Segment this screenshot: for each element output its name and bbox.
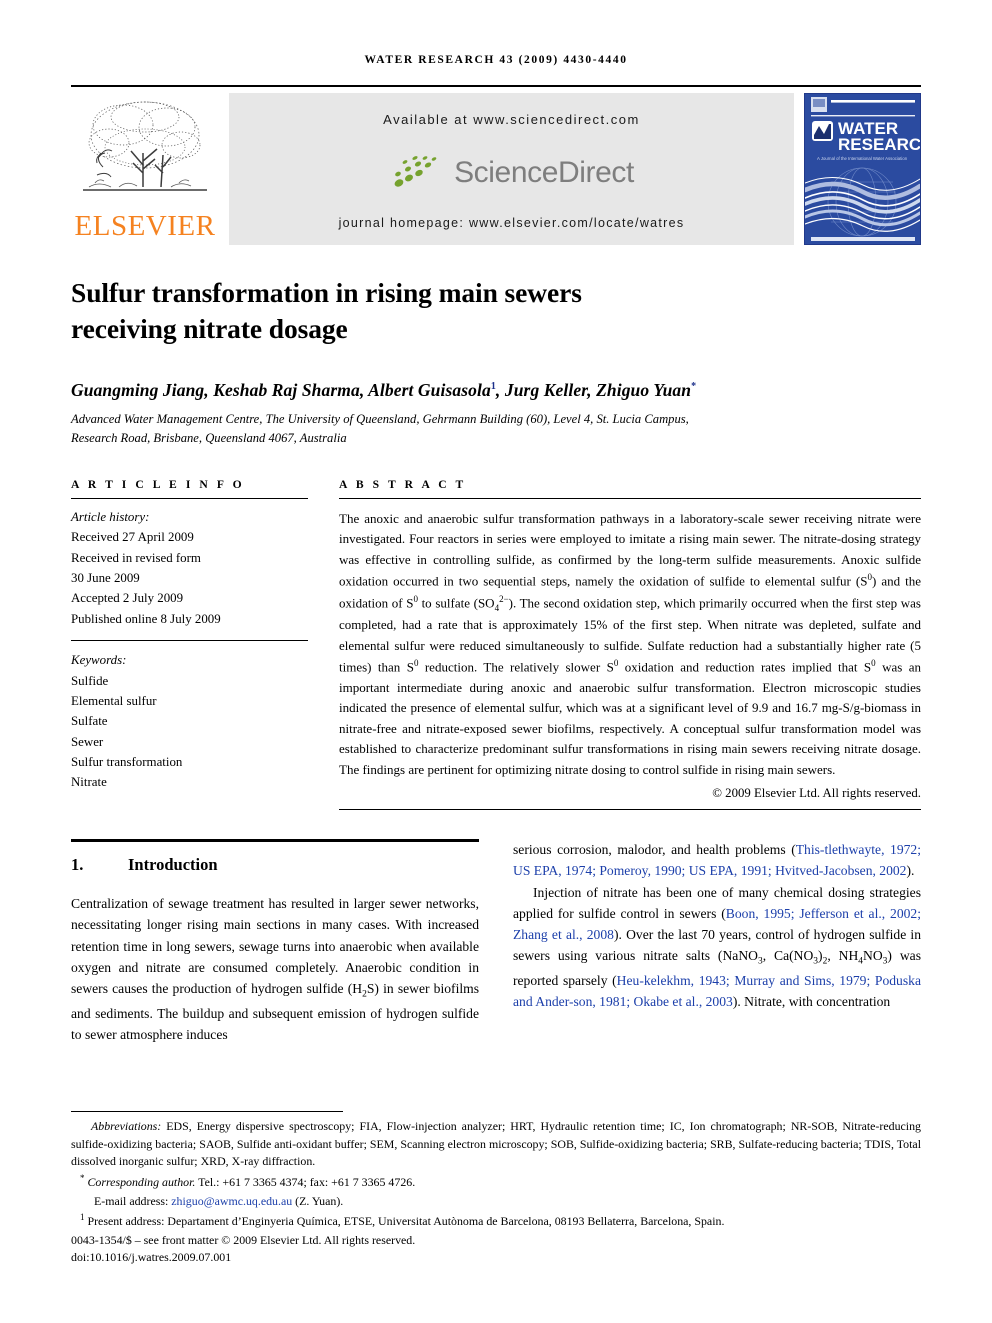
keyword-item: Sulfate — [71, 714, 108, 729]
svg-text:A Journal of the International: A Journal of the International Water Ass… — [817, 156, 908, 161]
sciencedirect-leaves-icon — [394, 155, 437, 187]
abstract-part-1: The anoxic and anaerobic sulfur transfor… — [339, 510, 921, 589]
sulfate-subscript: 4 — [494, 602, 500, 613]
introduction-heading: 1. Introduction — [71, 855, 479, 875]
abbreviations-label: Abbreviations: — [91, 1119, 162, 1134]
keyword-item: Sewer — [71, 734, 104, 749]
article-history: Article history: Received 27 April 2009 … — [71, 499, 308, 640]
water-research-cover: WATER RESEARCH A Journal of the Internat… — [804, 93, 921, 245]
abstract-part-6: oxidation and reduction rates implied th… — [618, 659, 872, 675]
section-divider-rule — [71, 839, 479, 843]
svg-text:RESEARCH: RESEARCH — [838, 135, 920, 154]
section-number: 1. — [71, 855, 84, 875]
footnote-block: Abbreviations: EDS, Energy dispersive sp… — [71, 1111, 921, 1267]
history-item: Received in revised form — [71, 550, 201, 565]
body-left-column: 1. Introduction Centralization of sewage… — [71, 839, 479, 1045]
history-item: Received 27 April 2009 — [71, 530, 194, 545]
available-at-text: Available at www.sciencedirect.com — [383, 112, 640, 127]
right2-text-e: , NH — [827, 948, 859, 964]
sciencedirect-wordmark: ScienceDirect — [454, 155, 634, 189]
doi-text: doi:10.1016/j.watres.2009.07.001 — [71, 1250, 232, 1265]
journal-homepage-text: journal homepage: www.elsevier.com/locat… — [338, 216, 685, 230]
keywords-label: Keywords: — [71, 653, 127, 668]
intro-paragraph-1: Centralization of sewage treatment has r… — [71, 893, 479, 1045]
article-info-column: A R T I C L E I N F O Article history: R… — [71, 478, 308, 810]
info-abstract-block: A R T I C L E I N F O Article history: R… — [71, 477, 921, 811]
abstract-column: A B S T R A C T The anoxic and anaerobic… — [339, 477, 921, 811]
abstract-heading: A B S T R A C T — [339, 477, 467, 491]
elsevier-logo: ELSEVIER — [71, 93, 219, 245]
abbreviations-note: Abbreviations: EDS, Energy dispersive sp… — [71, 1118, 921, 1171]
section-title: Introduction — [128, 855, 218, 875]
journal-masthead: ELSEVIER Available at www.sciencedirect.… — [71, 85, 921, 245]
author-list: Guangming Jiang, Keshab Raj Sharma, Albe… — [71, 380, 921, 401]
abstract-part-3: to sulfate (SO — [417, 595, 495, 611]
corresponding-contact: Tel.: +61 7 3365 4374; fax: +61 7 3365 4… — [195, 1174, 416, 1189]
history-item: Accepted 2 July 2009 — [71, 591, 184, 606]
abstract-text: The anoxic and anaerobic sulfur transfor… — [339, 499, 921, 780]
article-history-label: Article history: — [71, 509, 150, 524]
sciencedirect-logo: ScienceDirect — [389, 153, 634, 193]
footnote-rule — [71, 1111, 343, 1113]
affiliation-line1: Advanced Water Management Centre, The Un… — [71, 411, 689, 426]
authors-text-mid: , Jurg Keller, Zhiguo Yuan — [495, 379, 692, 400]
right-text-b: ). — [906, 863, 915, 879]
email-note: E-mail address: zhiguo@awmc.uq.edu.au (Z… — [71, 1193, 921, 1211]
elsevier-wordmark: ELSEVIER — [74, 210, 216, 242]
corresponding-author-note: * Corresponding author. Tel.: +61 7 3365… — [71, 1172, 921, 1192]
present-address-text: Present address: Departament d’Enginyeri… — [84, 1214, 725, 1229]
abstract-bottom-rule — [339, 809, 921, 811]
keyword-item: Sulfur transformation — [71, 755, 183, 770]
article-info-heading: A R T I C L E I N F O — [71, 477, 245, 491]
keyword-item: Sulfide — [71, 673, 109, 688]
keywords-list: Keywords: Sulfide Elemental sulfur Sulfa… — [71, 641, 308, 793]
affiliation: Advanced Water Management Centre, The Un… — [71, 410, 921, 448]
running-head: WATER RESEARCH 43 (2009) 4430-4440 — [364, 54, 628, 66]
water-research-cover-art: WATER RESEARCH A Journal of the Internat… — [805, 94, 920, 244]
corresponding-label: Corresponding author. — [87, 1174, 196, 1189]
present-address-note: 1 Present address: Departament d’Enginye… — [71, 1211, 921, 1231]
abbreviations-text: EDS, Energy dispersive spectroscopy; FIA… — [71, 1119, 921, 1169]
article-title-line1: Sulfur transformation in rising main sew… — [71, 277, 582, 308]
front-matter-note: 0043-1354/$ – see front matter © 2009 El… — [71, 1232, 416, 1247]
right2-text-h: ). Nitrate, with concentration — [732, 994, 891, 1010]
intro-paragraph-2: Injection of nitrate has been one of man… — [513, 882, 921, 1013]
sulfate-charge-superscript: 2− — [499, 593, 509, 604]
authors-text-pre: Guangming Jiang, Keshab Raj Sharma, Albe… — [71, 379, 491, 400]
right2-text-f: NO — [863, 948, 883, 964]
affiliation-line2: Research Road, Brisbane, Queensland 4067… — [71, 430, 347, 445]
body-right-column: serious corrosion, malodor, and health p… — [513, 839, 921, 1045]
corresponding-marker: * — [80, 1173, 85, 1184]
article-title: Sulfur transformation in rising main sew… — [71, 275, 921, 347]
body-columns: 1. Introduction Centralization of sewage… — [71, 839, 921, 1045]
keyword-item: Nitrate — [71, 775, 107, 790]
article-title-line2: receiving nitrate dosage — [71, 312, 348, 344]
email-label: E-mail address: — [94, 1193, 169, 1208]
article-page: WATER RESEARCH 43 (2009) 4430-4440 ELSEV… — [0, 0, 992, 1323]
corresponding-author-marker: * — [691, 380, 697, 392]
history-item: Published online 8 July 2009 — [71, 611, 221, 626]
history-item: 30 June 2009 — [71, 570, 140, 585]
intro-paragraph-1-cont: serious corrosion, malodor, and health p… — [513, 839, 921, 882]
right2-text-c: , Ca(NO — [762, 948, 814, 964]
abstract-copyright: © 2009 Elsevier Ltd. All rights reserved… — [712, 786, 921, 801]
elsevier-tree-icon — [83, 101, 207, 191]
email-suffix: (Z. Yuan). — [292, 1193, 344, 1208]
email-link[interactable]: zhiguo@awmc.uq.edu.au — [171, 1194, 292, 1208]
keyword-item: Elemental sulfur — [71, 693, 157, 708]
abstract-part-7: was an important intermediate during ano… — [339, 659, 921, 777]
abstract-part-5: reduction. The relatively slower S — [418, 659, 614, 675]
right-text-a: serious corrosion, malodor, and health p… — [513, 842, 796, 858]
sciencedirect-panel: Available at www.sciencedirect.com Scien… — [229, 93, 794, 245]
